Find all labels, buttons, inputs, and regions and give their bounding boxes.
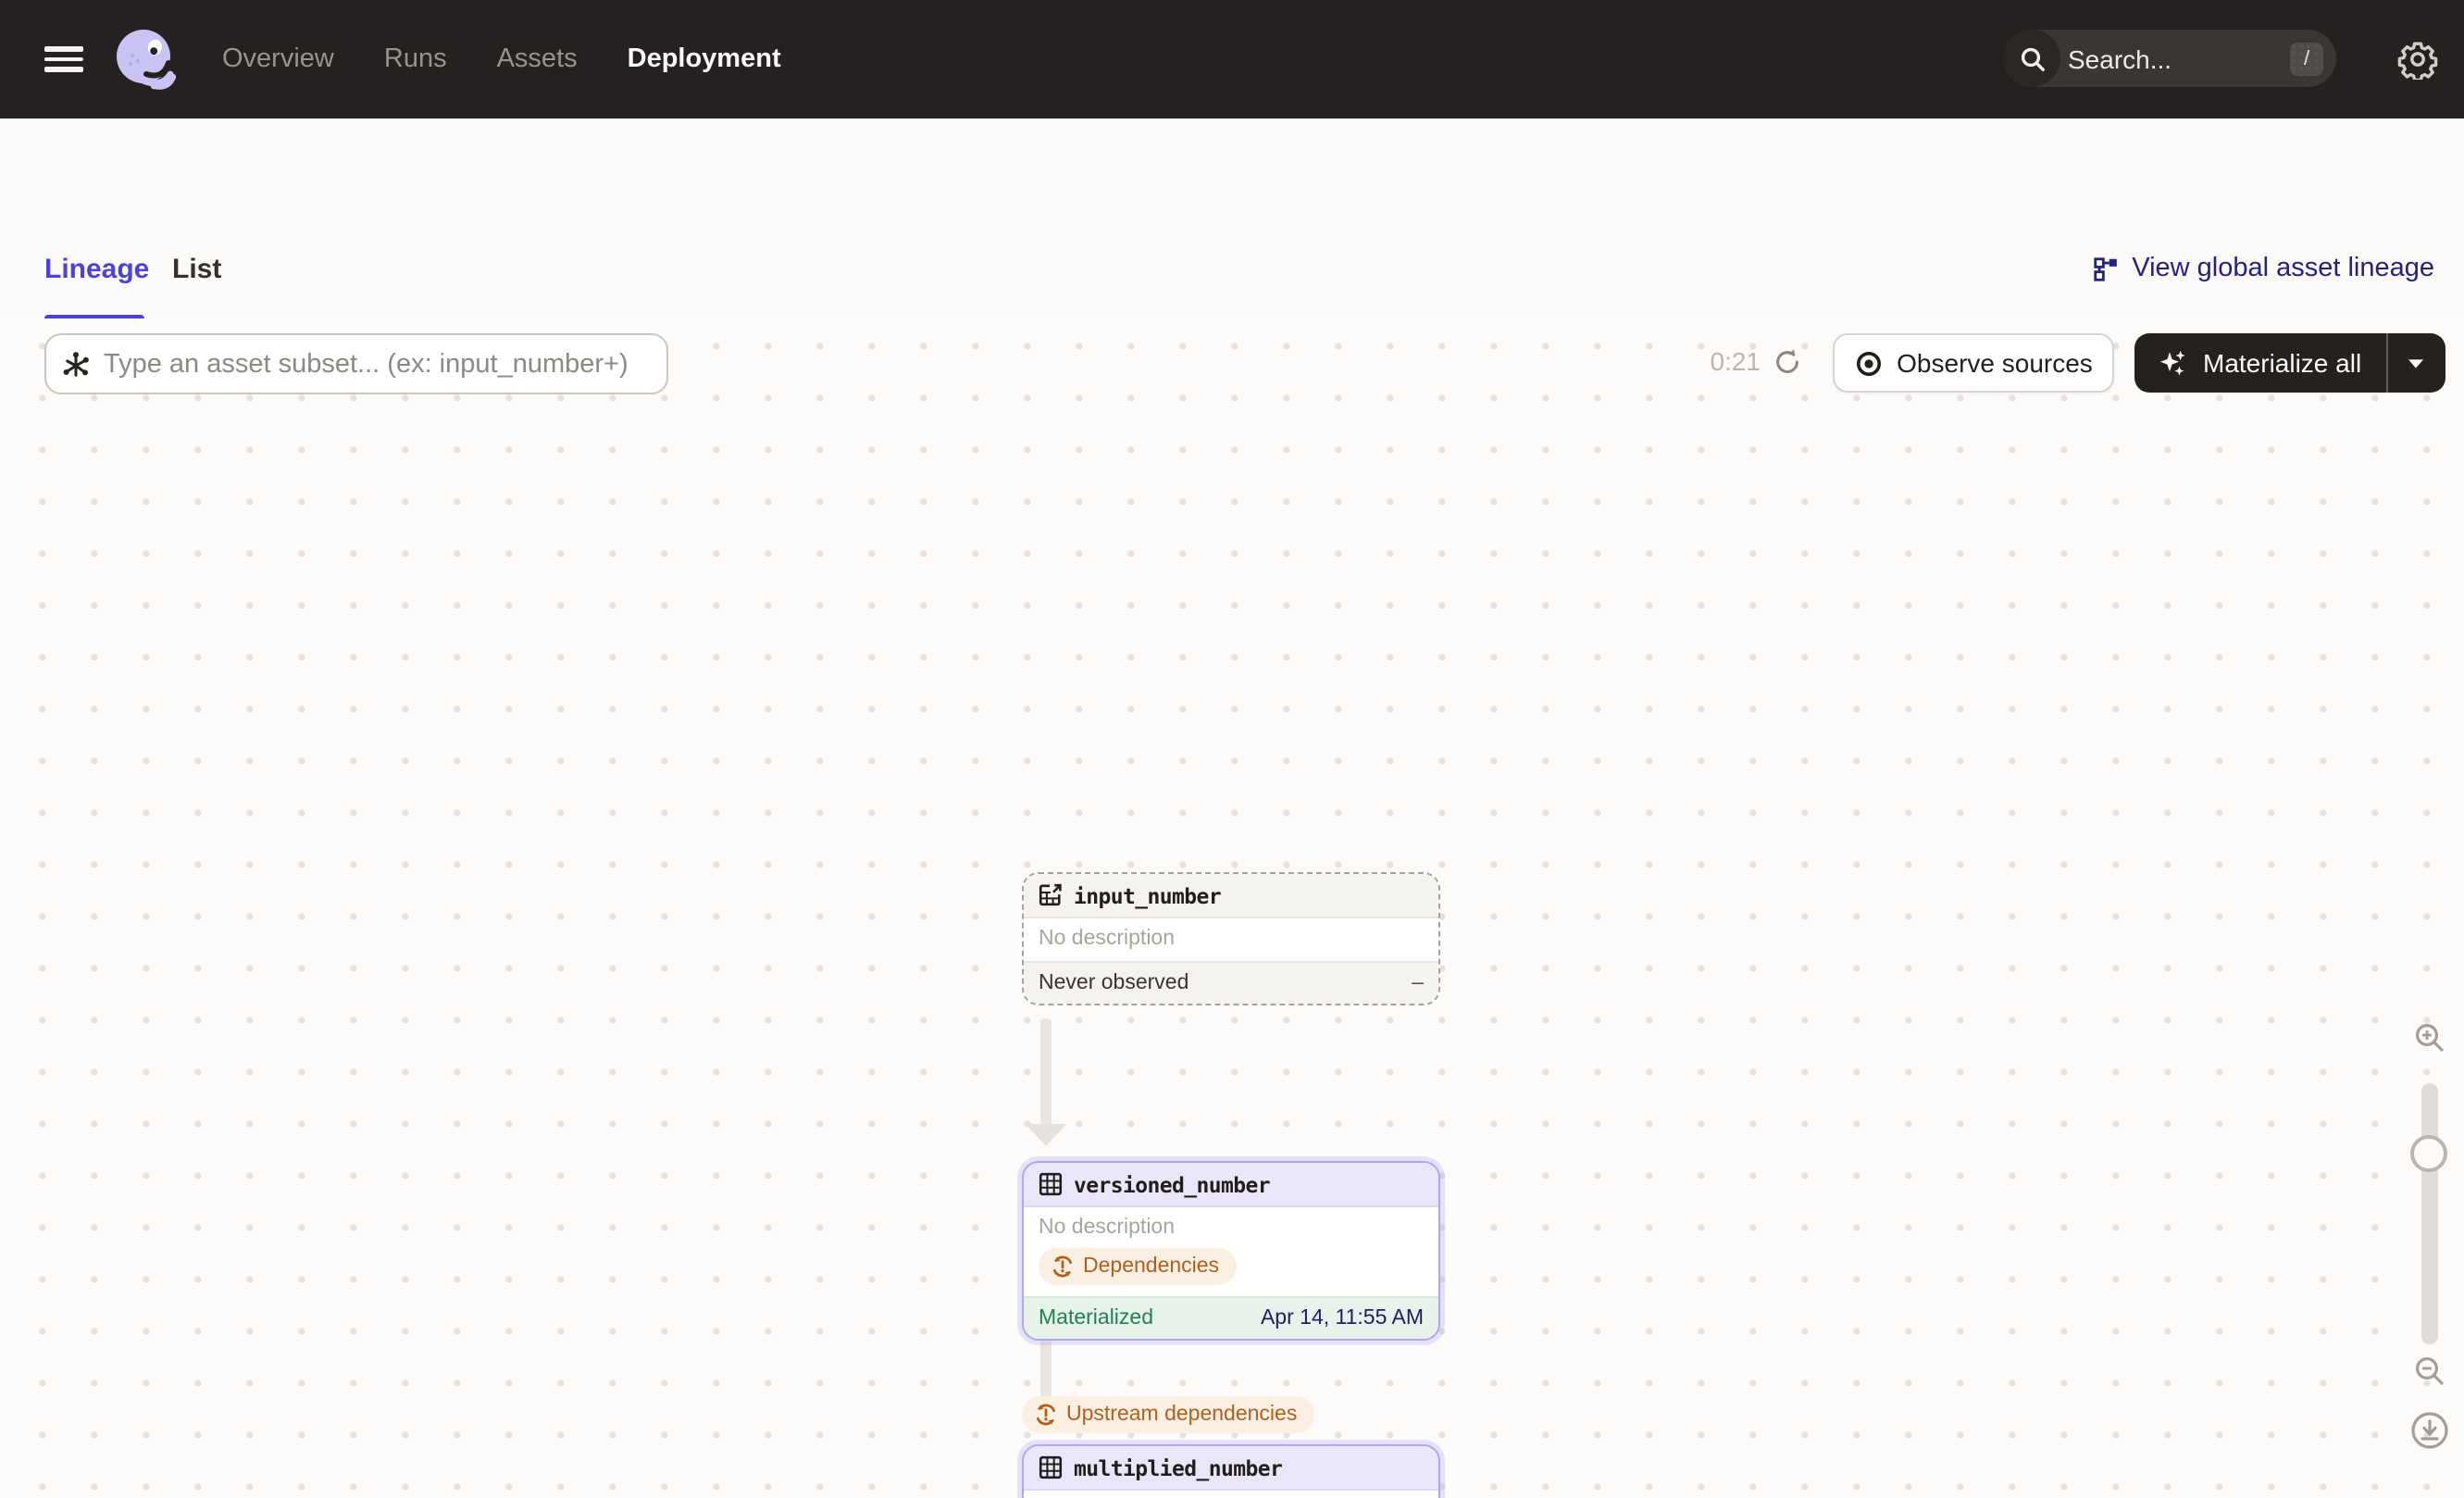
dependencies-badge-label: Dependencies — [1083, 1255, 1220, 1278]
search-shortcut-key: / — [2290, 42, 2323, 75]
page-header: default Asset Group in observable_source… — [0, 119, 2464, 324]
asset-description: No description — [1039, 928, 1176, 950]
asset-subset-input[interactable] — [104, 349, 652, 379]
nav-item-runs[interactable]: Runs — [384, 44, 447, 74]
search-box[interactable]: / — [2003, 30, 2336, 87]
zoom-out-icon[interactable] — [2414, 1355, 2445, 1387]
asset-node-versioned-number[interactable]: versioned_number No description Dependen… — [1022, 1161, 1440, 1341]
observe-sources-button[interactable]: Observe sources — [1833, 333, 2114, 393]
asset-status-value: – — [1412, 972, 1424, 994]
upstream-dependencies-label: Upstream dependencies — [1066, 1404, 1298, 1426]
observe-sources-label: Observe sources — [1897, 348, 2093, 378]
asset-name: input_number — [1074, 882, 1222, 908]
menu-icon[interactable] — [44, 46, 83, 72]
asset-subset-filter[interactable] — [44, 333, 668, 394]
materialize-all-split-button: Materialize all — [2134, 333, 2445, 393]
view-global-asset-lineage-label: View global asset lineage — [2132, 254, 2434, 283]
asset-table-icon — [1039, 1172, 1063, 1196]
tab-list[interactable]: List — [172, 254, 221, 285]
tab-lineage[interactable]: Lineage — [44, 254, 149, 285]
search-input[interactable] — [2060, 44, 2290, 73]
observe-eye-icon — [1854, 349, 1882, 377]
asset-status-label: Never observed — [1039, 972, 1189, 994]
edge-input-to-versioned — [1040, 1018, 1052, 1126]
asset-description: No description — [1039, 1217, 1176, 1239]
materialize-all-label: Materialize all — [2203, 348, 2362, 378]
download-image-icon[interactable] — [2410, 1411, 2449, 1450]
refresh-timer: 0:21 — [1710, 346, 1761, 376]
primary-nav: Overview Runs Assets Deployment — [222, 0, 781, 119]
asset-status-label: Materialized — [1039, 1307, 1153, 1329]
refresh-graph-icon[interactable] — [1773, 348, 1801, 376]
tabs-row: Lineage List View global asset lineage — [0, 237, 2464, 320]
asset-status-timestamp[interactable]: Apr 14, 11:55 AM — [1261, 1307, 1424, 1329]
sparkles-icon — [2159, 348, 2188, 378]
changed-sync-icon — [1052, 1255, 1074, 1278]
search-icon — [2003, 30, 2060, 87]
zoom-controls — [2399, 318, 2462, 1498]
nav-item-deployment[interactable]: Deployment — [628, 44, 781, 74]
dagster-app: Overview Runs Assets Deployment / defaul… — [0, 0, 2464, 1498]
asset-description: No description — [1024, 1491, 1438, 1498]
gear-icon[interactable] — [2397, 39, 2438, 80]
lineage-canvas[interactable]: 0:21 Observe sources — [0, 318, 2464, 1498]
dependencies-changed-badge[interactable]: Dependencies — [1039, 1248, 1237, 1285]
changed-sync-icon — [1035, 1404, 1057, 1426]
asset-name: versioned_number — [1074, 1171, 1271, 1197]
edge-versioned-to-multiplied — [1040, 1339, 1052, 1398]
upstream-dependencies-badge[interactable]: Upstream dependencies — [1022, 1396, 1314, 1433]
asset-node-multiplied-number[interactable]: multiplied_number No description Materia… — [1022, 1444, 1440, 1498]
source-asset-icon — [1039, 883, 1063, 907]
lineage-graph-icon — [2091, 255, 2119, 282]
asset-name: multiplied_number — [1074, 1454, 1283, 1480]
materialize-all-button[interactable]: Materialize all — [2134, 333, 2385, 393]
zoom-slider-track[interactable] — [2421, 1083, 2438, 1344]
op-selector-icon — [61, 349, 91, 379]
asset-node-input-number[interactable]: input_number No description Never observ… — [1022, 872, 1440, 1005]
zoom-slider-knob[interactable] — [2410, 1135, 2447, 1172]
edge-arrowhead — [1026, 1124, 1066, 1146]
nav-item-overview[interactable]: Overview — [222, 44, 334, 74]
view-global-asset-lineage-link[interactable]: View global asset lineage — [2091, 254, 2434, 283]
zoom-in-icon[interactable] — [2414, 1022, 2445, 1054]
asset-table-icon — [1039, 1455, 1063, 1479]
dagster-logo-icon[interactable] — [109, 24, 180, 94]
nav-item-assets[interactable]: Assets — [497, 44, 578, 74]
top-nav-bar: Overview Runs Assets Deployment / — [0, 0, 2464, 119]
